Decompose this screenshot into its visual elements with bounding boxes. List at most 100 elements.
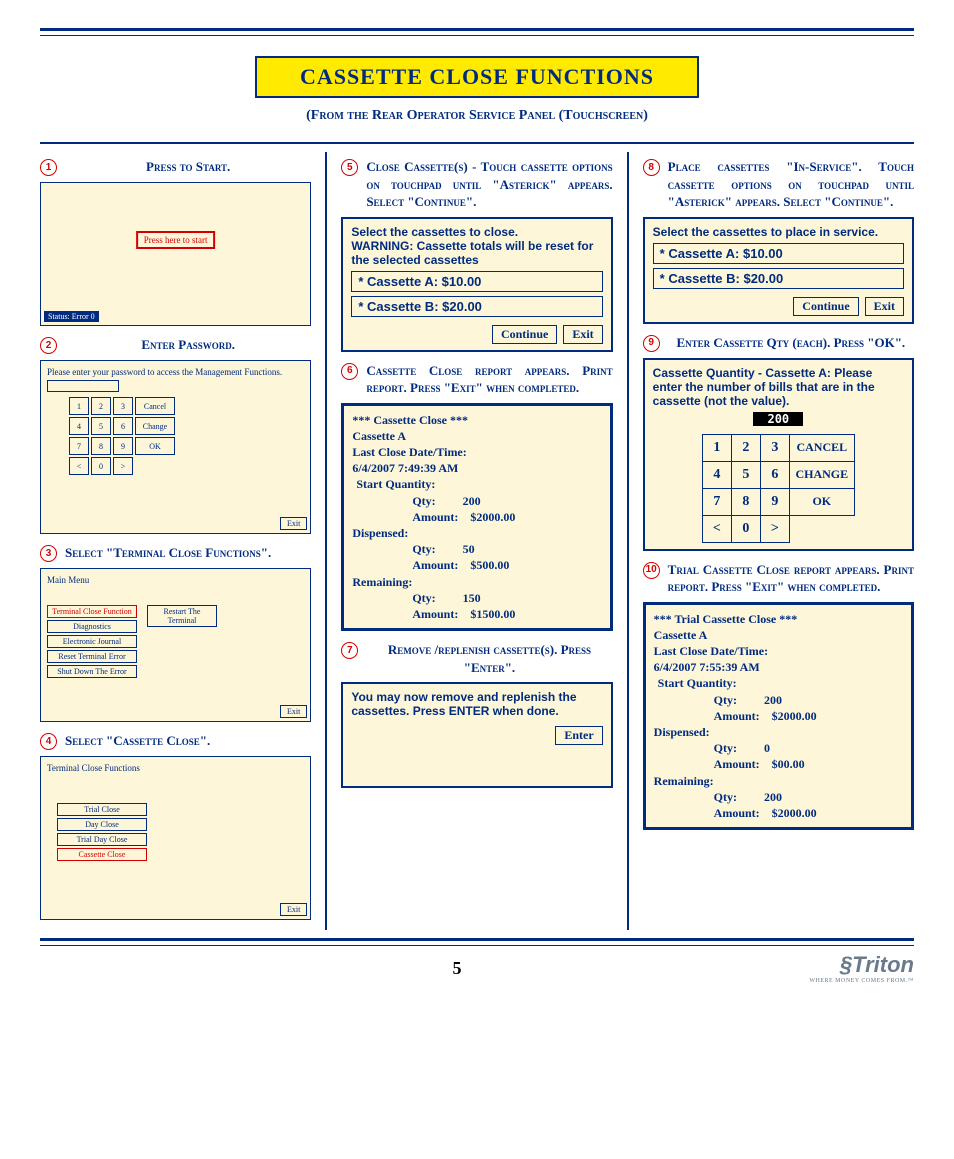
- menu-day-close[interactable]: Day Close: [57, 818, 147, 831]
- step-number: 6: [341, 363, 358, 380]
- panel-msg: Select the cassettes to place in service…: [653, 225, 904, 239]
- screenshot-main-menu: Main Menu Terminal Close Function Diagno…: [40, 568, 311, 722]
- menu-restart[interactable]: Restart The Terminal: [147, 605, 217, 627]
- keypad: 123CANCEL 456CHANGE 789OK <0>: [702, 434, 855, 543]
- step-6: 6 Cassette Close report appears. Print r…: [341, 362, 612, 632]
- report-rem: Remaining:: [654, 773, 903, 789]
- report-dq: Qty: 0: [654, 740, 903, 756]
- report-ra: Amount: $2000.00: [654, 805, 903, 821]
- cassette-a-option[interactable]: * Cassette A: $10.00: [653, 243, 904, 264]
- report-dtlabel: Last Close Date/Time:: [654, 643, 903, 659]
- key-0[interactable]: 0: [731, 515, 760, 542]
- menu-diagnostics[interactable]: Diagnostics: [47, 620, 137, 633]
- key[interactable]: 4: [69, 417, 89, 435]
- menu-terminal-close[interactable]: Terminal Close Function: [47, 605, 137, 618]
- step-number: 4: [40, 733, 57, 750]
- step-text: Place cassettes "In-Service". Touch cass…: [668, 158, 914, 211]
- exit-button[interactable]: Exit: [280, 705, 307, 718]
- content-columns: 1 Press to Start. Press here to start St…: [40, 142, 914, 930]
- step-7: 7 Remove /replenish cassette(s). Press "…: [341, 641, 612, 788]
- menu-trial-day-close[interactable]: Trial Day Close: [57, 833, 147, 846]
- step-number: 1: [40, 159, 57, 176]
- key[interactable]: 7: [69, 437, 89, 455]
- menu-journal[interactable]: Electronic Journal: [47, 635, 137, 648]
- key[interactable]: 8: [91, 437, 111, 455]
- replenish-panel: You may now remove and replenish the cas…: [341, 682, 612, 788]
- menu-shutdown[interactable]: Shut Down The Error: [47, 665, 137, 678]
- page-number: 5: [160, 958, 754, 979]
- screenshot-close-functions: Terminal Close Functions Trial Close Day…: [40, 756, 311, 920]
- key[interactable]: >: [113, 457, 133, 475]
- key-change[interactable]: CHANGE: [789, 461, 854, 488]
- cassette-a-option[interactable]: * Cassette A: $10.00: [351, 271, 602, 292]
- key-4[interactable]: 4: [702, 461, 731, 488]
- qty-value: 200: [753, 412, 803, 426]
- continue-button[interactable]: Continue: [793, 297, 858, 316]
- report-start: Start Quantity:: [352, 476, 601, 492]
- report-sa: Amount: $2000.00: [654, 708, 903, 724]
- key-6[interactable]: 6: [760, 461, 789, 488]
- key[interactable]: <: [69, 457, 89, 475]
- key[interactable]: 2: [91, 397, 111, 415]
- report-disp: Dispensed:: [352, 525, 601, 541]
- step-text: Cassette Close report appears. Print rep…: [366, 362, 612, 397]
- exit-button[interactable]: Exit: [280, 903, 307, 916]
- step-number: 10: [643, 562, 660, 579]
- key[interactable]: 6: [113, 417, 133, 435]
- press-start-button[interactable]: Press here to start: [136, 231, 216, 249]
- step-text: Enter Password.: [65, 336, 311, 354]
- key-1[interactable]: 1: [702, 434, 731, 461]
- key-left[interactable]: <: [702, 515, 731, 542]
- key[interactable]: 9: [113, 437, 133, 455]
- key[interactable]: 5: [91, 417, 111, 435]
- report-sq: Qty: 200: [352, 493, 601, 509]
- menu-reset[interactable]: Reset Terminal Error: [47, 650, 137, 663]
- password-prompt: Please enter your password to access the…: [47, 367, 304, 377]
- continue-button[interactable]: Continue: [492, 325, 557, 344]
- select-close-panel: Select the cassettes to close. WARNING: …: [341, 217, 612, 352]
- column-middle: 5 Close Cassette(s) - Touch cassette opt…: [341, 152, 612, 930]
- step-10: 10 Trial Cassette Close report appears. …: [643, 561, 914, 831]
- exit-button[interactable]: Exit: [865, 297, 904, 316]
- password-field[interactable]: [47, 380, 119, 392]
- key-right[interactable]: >: [760, 515, 789, 542]
- report-dq: Qty: 50: [352, 541, 601, 557]
- in-service-panel: Select the cassettes to place in service…: [643, 217, 914, 324]
- key-9[interactable]: 9: [760, 488, 789, 515]
- enter-button[interactable]: Enter: [555, 726, 602, 745]
- page-title: CASSETTE CLOSE FUNCTIONS: [255, 56, 699, 98]
- panel-msg: Cassette Quantity - Cassette A: Please e…: [653, 366, 904, 408]
- step-text: Enter Cassette Qty (each). Press "OK".: [668, 334, 914, 352]
- key-7[interactable]: 7: [702, 488, 731, 515]
- cassette-b-option[interactable]: * Cassette B: $20.00: [653, 268, 904, 289]
- cassette-b-option[interactable]: * Cassette B: $20.00: [351, 296, 602, 317]
- key[interactable]: 3: [113, 397, 133, 415]
- key-change[interactable]: Change: [135, 417, 175, 435]
- close-report: *** Cassette Close *** Cassette A Last C…: [341, 403, 612, 631]
- menu-cassette-close[interactable]: Cassette Close: [57, 848, 147, 861]
- key-ok[interactable]: OK: [135, 437, 175, 455]
- key-8[interactable]: 8: [731, 488, 760, 515]
- key-5[interactable]: 5: [731, 461, 760, 488]
- screenshot-press-start: Press here to start Status: Error 0: [40, 182, 311, 326]
- menu-trial-close[interactable]: Trial Close: [57, 803, 147, 816]
- trial-close-report: *** Trial Cassette Close *** Cassette A …: [643, 602, 914, 830]
- key[interactable]: 0: [91, 457, 111, 475]
- report-title: *** Cassette Close ***: [352, 412, 601, 428]
- key-cancel[interactable]: Cancel: [135, 397, 175, 415]
- key-2[interactable]: 2: [731, 434, 760, 461]
- key[interactable]: 1: [69, 397, 89, 415]
- triton-logo: §Triton: [840, 952, 914, 977]
- report-rem: Remaining:: [352, 574, 601, 590]
- report-da: Amount: $00.00: [654, 756, 903, 772]
- mini-keypad: 123Cancel 456Change 789OK <0>: [67, 395, 177, 477]
- step-3: 3 Select "Terminal Close Functions". Mai…: [40, 544, 311, 722]
- key-3[interactable]: 3: [760, 434, 789, 461]
- exit-button[interactable]: Exit: [280, 517, 307, 530]
- report-da: Amount: $500.00: [352, 557, 601, 573]
- report-rq: Qty: 200: [654, 789, 903, 805]
- step-1: 1 Press to Start. Press here to start St…: [40, 158, 311, 326]
- key-cancel[interactable]: CANCEL: [789, 434, 854, 461]
- exit-button[interactable]: Exit: [563, 325, 602, 344]
- key-ok[interactable]: OK: [789, 488, 854, 515]
